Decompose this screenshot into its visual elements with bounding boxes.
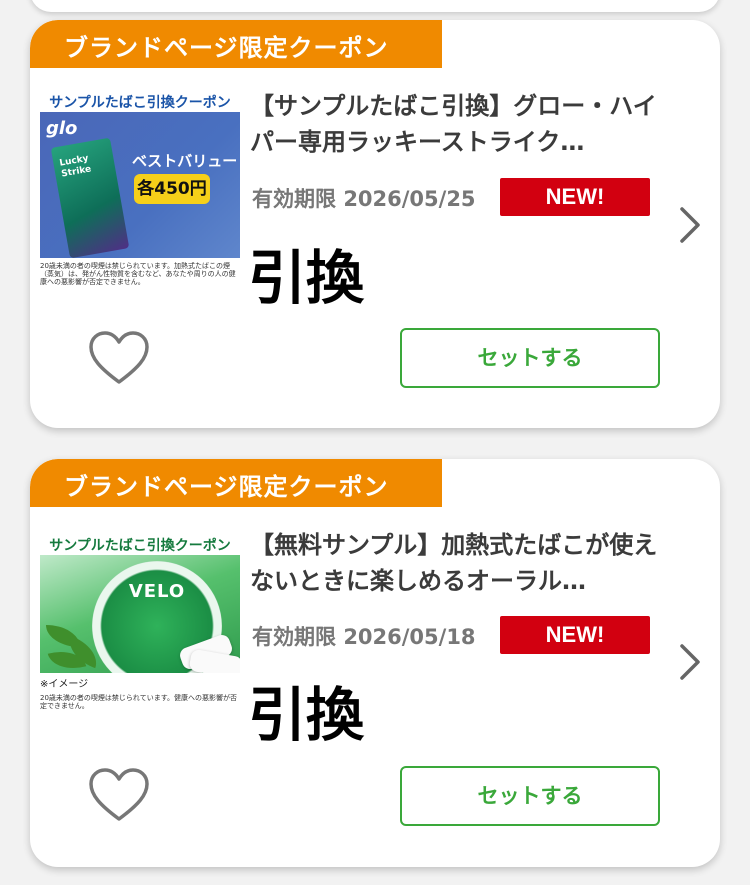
redeem-label: 引換 — [248, 244, 365, 312]
expiry-date: 2026/05/25 — [343, 187, 476, 211]
redeem-label: 引換 — [248, 681, 365, 749]
coupon-card[interactable]: ブランドページ限定クーポン サンプルたばこ引換クーポン VELO ※イメージ 2… — [30, 459, 720, 867]
new-badge: NEW! — [500, 178, 650, 216]
thumbnail-label: サンプルたばこ引換クーポン — [49, 538, 231, 554]
expiry-label: 有効期限 — [252, 625, 336, 649]
expiry-label: 有効期限 — [252, 187, 336, 211]
coupon-title[interactable]: 【サンプルたばこ引換】グロー・ハイパー専用ラッキーストライク… — [250, 88, 660, 160]
set-coupon-button[interactable]: セットする — [400, 766, 660, 826]
set-coupon-button[interactable]: セットする — [400, 328, 660, 388]
product-image: glo Lucky Strike ベストバリュー 各450円 — [40, 112, 240, 258]
pouch-image — [188, 648, 240, 673]
price-badge: 各450円 — [134, 174, 210, 204]
chevron-right-icon[interactable] — [678, 642, 702, 682]
expiry-text: 有効期限 2026/05/25 — [252, 183, 476, 213]
coupon-ribbon: ブランドページ限定クーポン — [30, 459, 442, 507]
velo-logo: VELO — [128, 581, 186, 602]
health-warning: 20歳未満の者の喫煙は禁じられています。加熱式たばこの煙（蒸気）は、発がん性物質… — [40, 262, 236, 286]
heart-icon[interactable] — [88, 330, 150, 386]
health-warning: 20歳未満の者の喫煙は禁じられています。健康への悪影響が否定できません。 — [40, 694, 237, 710]
glo-logo: glo — [46, 118, 78, 139]
chevron-right-icon[interactable] — [678, 205, 702, 245]
heart-icon[interactable] — [88, 767, 150, 823]
image-note: ※イメージ — [40, 679, 89, 690]
coupon-thumbnail[interactable]: サンプルたばこ引換クーポン VELO ※イメージ 20歳未満の者の喫煙は禁じられ… — [40, 535, 240, 735]
new-badge: NEW! — [500, 616, 650, 654]
best-value-text: ベストバリュー — [132, 152, 238, 170]
coupon-thumbnail[interactable]: サンプルたばこ引換クーポン glo Lucky Strike ベストバリュー 各… — [40, 92, 240, 292]
previous-card-edge — [30, 0, 720, 12]
cigarette-pack-image: Lucky Strike — [50, 137, 130, 258]
coupon-card[interactable]: ブランドページ限定クーポン サンプルたばこ引換クーポン glo Lucky St… — [30, 20, 720, 428]
coupon-ribbon: ブランドページ限定クーポン — [30, 20, 442, 68]
coupon-title[interactable]: 【無料サンプル】加熱式たばこが使えないときに楽しめるオーラル… — [250, 527, 660, 599]
thumbnail-label: サンプルたばこ引換クーポン — [49, 95, 231, 111]
expiry-text: 有効期限 2026/05/18 — [252, 621, 476, 651]
pack-text: Lucky Strike — [58, 153, 93, 180]
product-image: VELO — [40, 555, 240, 673]
expiry-date: 2026/05/18 — [343, 625, 476, 649]
